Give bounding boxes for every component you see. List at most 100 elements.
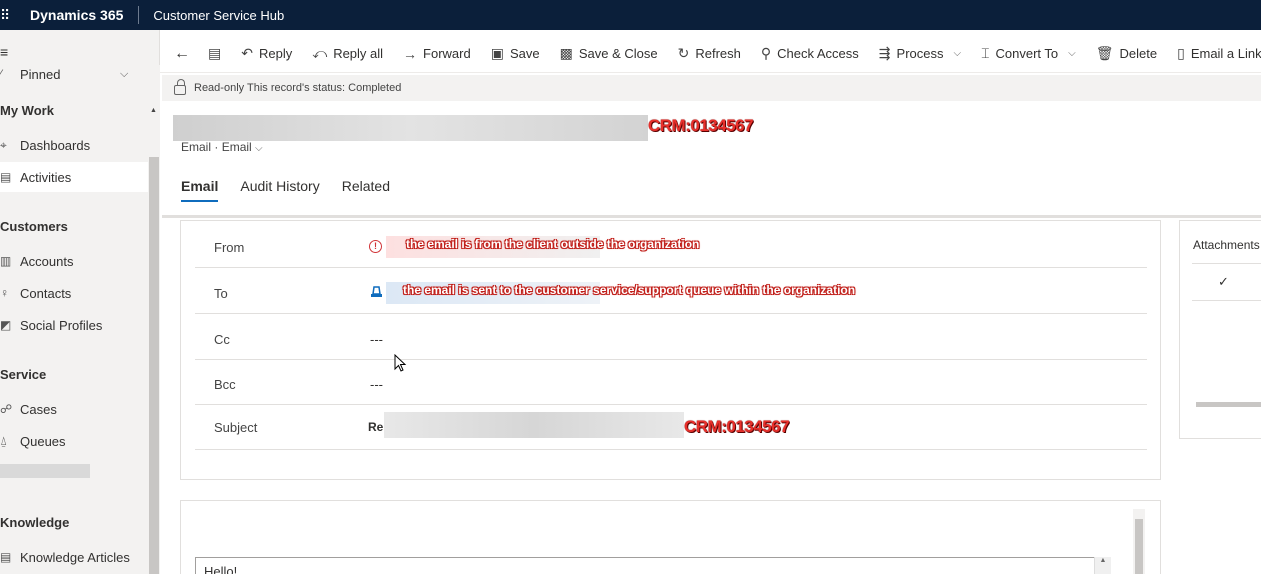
- bcc-label: Bcc: [214, 377, 236, 392]
- sidebar-item-label: Pinned: [20, 66, 61, 82]
- sidebar-item-accounts[interactable]: ▥ Accounts: [0, 246, 148, 276]
- sidebar-item-label: Accounts: [20, 253, 74, 269]
- breadcrumb: Email · Email ⌵: [181, 140, 263, 154]
- refresh-button[interactable]: ↻ Refresh: [678, 45, 741, 62]
- sidebar-item-contacts[interactable]: ♀ Contacts: [0, 278, 148, 308]
- cc-label: Cc: [214, 332, 230, 347]
- section-title-service: Service: [0, 367, 47, 382]
- tab-email[interactable]: Email: [181, 178, 219, 202]
- waffle-icon[interactable]: ⠿: [0, 8, 14, 22]
- app-name[interactable]: Dynamics 365: [30, 7, 123, 23]
- sidebar-item-queues[interactable]: ⍙ Queues: [0, 426, 148, 456]
- reply-icon: ↶: [241, 45, 253, 61]
- error-icon: !: [369, 240, 382, 253]
- body-scrollbar[interactable]: [1133, 509, 1145, 574]
- form-selector[interactable]: Email ⌵: [222, 140, 263, 154]
- hamburger-icon[interactable]: ≡: [0, 44, 8, 60]
- form-selector-icon[interactable]: ▤: [208, 45, 221, 62]
- form-name: Email: [221, 140, 252, 154]
- sidebar-item-activities[interactable]: ▤ Activities: [0, 162, 148, 192]
- scroll-up-icon[interactable]: ▲: [150, 107, 157, 114]
- select-all-checkmark-icon[interactable]: ✓: [1218, 274, 1229, 290]
- mouse-cursor-icon: [394, 354, 407, 372]
- redacted-item: [0, 464, 90, 478]
- bcc-value[interactable]: ---: [370, 377, 383, 392]
- sidebar: ≡ ⁄ Pinned ⌵ My Work ⌖ Dashboards ▤ Acti…: [0, 30, 160, 574]
- save-close-label: Save & Close: [578, 46, 658, 61]
- sidebar-item-social-profiles[interactable]: ◩ Social Profiles: [0, 310, 148, 340]
- section-title-customers: Customers: [0, 219, 68, 234]
- delete-label: Delete: [1119, 46, 1158, 61]
- tab-audit-history[interactable]: Audit History: [240, 178, 319, 202]
- convert-to-button[interactable]: ⌶ Convert To ⌵: [981, 45, 1076, 62]
- lock-icon: [174, 79, 186, 95]
- sidebar-item-dashboards[interactable]: ⌖ Dashboards: [0, 130, 148, 160]
- attachments-title: Attachments: [1193, 238, 1260, 252]
- email-body-section: Hello! ▲: [180, 500, 1161, 574]
- process-button[interactable]: ⇶ Process ⌵: [879, 45, 961, 62]
- chevron-down-icon[interactable]: ⌵: [120, 68, 128, 81]
- check-access-label: Check Access: [777, 46, 859, 61]
- scroll-thumb[interactable]: [1135, 519, 1143, 574]
- check-access-button[interactable]: ⚲ Check Access: [761, 45, 859, 62]
- divider: [1192, 263, 1261, 264]
- convert-to-label: Convert To: [995, 46, 1059, 61]
- reply-button[interactable]: ↶ Reply: [241, 45, 292, 62]
- attachments-panel: Attachments ✓: [1179, 220, 1261, 439]
- forward-button[interactable]: → Forward: [403, 46, 471, 62]
- forward-label: Forward: [423, 46, 471, 61]
- top-navigation-bar: ⠿ Dynamics 365 Customer Service Hub: [0, 0, 1261, 30]
- check-access-icon: ⚲: [760, 45, 772, 61]
- process-icon: ⇶: [878, 45, 891, 61]
- chevron-down-icon: ⌵: [255, 143, 263, 154]
- sidebar-item-knowledge-articles[interactable]: ▤ Knowledge Articles: [0, 542, 148, 572]
- chevron-down-icon: ⌵: [1068, 48, 1076, 59]
- refresh-icon: ↻: [677, 45, 690, 61]
- from-label: From: [214, 240, 245, 255]
- email-link-button[interactable]: ▯ Email a Link: [1177, 45, 1261, 62]
- tab-related[interactable]: Related: [342, 178, 390, 202]
- attachments-scrollbar[interactable]: [1196, 402, 1261, 407]
- forward-icon: →: [403, 45, 418, 62]
- scroll-thumb[interactable]: [149, 157, 159, 574]
- accounts-icon: ▥: [0, 254, 12, 268]
- delete-icon: 🗑: [1095, 45, 1114, 61]
- save-button[interactable]: ▣ Save: [491, 45, 540, 62]
- dashboard-icon: ⌖: [0, 137, 7, 152]
- divider: [138, 6, 140, 24]
- reply-label: Reply: [258, 46, 293, 61]
- form-tabs: Email Audit History Related: [181, 178, 412, 202]
- to-annotation: the email is sent to the customer servic…: [403, 283, 856, 297]
- cc-value[interactable]: ---: [370, 332, 383, 347]
- reply-all-button[interactable]: ⤺ Reply all: [312, 45, 383, 62]
- save-icon: ▣: [490, 45, 504, 61]
- save-label: Save: [509, 46, 540, 61]
- queues-icon: ⍙: [0, 433, 8, 448]
- refresh-label: Refresh: [695, 46, 741, 61]
- save-close-icon: ▩: [559, 45, 573, 61]
- sidebar-scrollbar[interactable]: ▲: [148, 65, 160, 574]
- sidebar-item-label: Activities: [20, 169, 72, 185]
- email-body-editor[interactable]: Hello!: [195, 557, 1111, 574]
- section-title-my-work: My Work: [0, 103, 54, 118]
- sidebar-item-pinned[interactable]: ⁄ Pinned ⌵: [0, 60, 148, 88]
- delete-button[interactable]: 🗑 Delete: [1096, 45, 1157, 62]
- sidebar-item-label: Knowledge Articles: [20, 549, 130, 565]
- email-link-label: Email a Link: [1190, 46, 1261, 61]
- redacted-subject-value[interactable]: [384, 412, 684, 438]
- sidebar-item-cases[interactable]: ☍ Cases: [0, 394, 148, 424]
- editor-scroll-up-icon[interactable]: ▲: [1094, 557, 1111, 574]
- entity-name: Email: [181, 140, 212, 154]
- sidebar-item-label: Dashboards: [20, 137, 91, 153]
- redacted-record-title: [173, 115, 648, 141]
- header-divider: [162, 215, 1261, 218]
- save-close-button[interactable]: ▩ Save & Close: [560, 45, 658, 62]
- read-only-notification: Read-only This record's status: Complete…: [162, 75, 1261, 101]
- section-title-knowledge: Knowledge: [0, 515, 70, 530]
- bcc-row: Bcc ---: [195, 360, 1147, 405]
- queue-icon: [371, 286, 382, 297]
- back-icon[interactable]: ←: [174, 45, 190, 63]
- hub-name[interactable]: Customer Service Hub: [153, 8, 284, 23]
- cases-icon: ☍: [0, 402, 13, 416]
- email-link-icon: ▯: [1177, 45, 1185, 61]
